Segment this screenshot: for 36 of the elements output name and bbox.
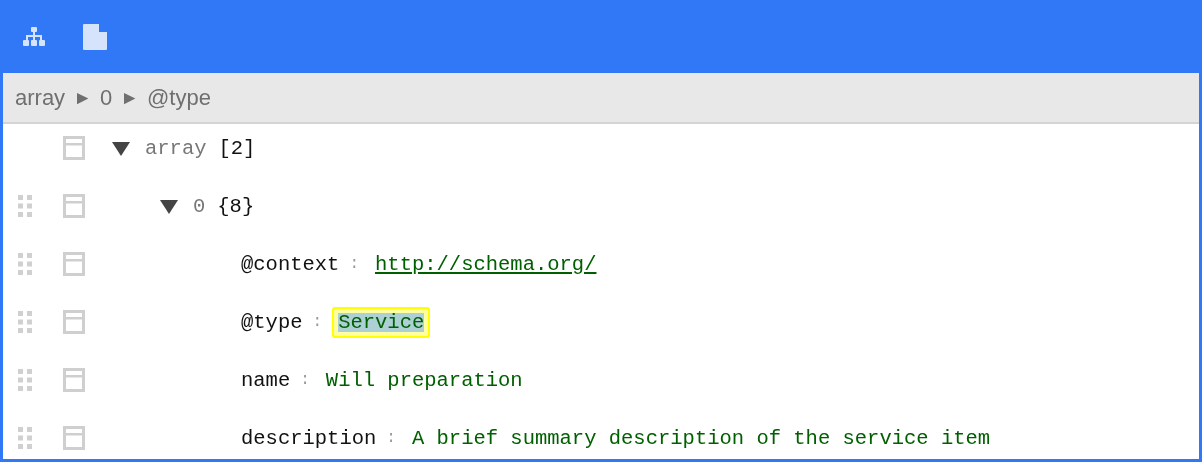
- breadcrumb-item[interactable]: @type: [147, 84, 211, 111]
- field-key[interactable]: @context: [241, 252, 340, 276]
- breadcrumb-item[interactable]: 0: [99, 84, 113, 111]
- field-key[interactable]: description: [241, 426, 377, 450]
- colon-separator: :: [300, 371, 310, 389]
- field-value-link[interactable]: http://schema.org/: [369, 248, 603, 280]
- context-menu-icon[interactable]: [63, 368, 85, 392]
- breadcrumb-separator: ►: [120, 86, 139, 109]
- breadcrumb-separator: ►: [73, 86, 92, 109]
- item-count: [2]: [218, 136, 256, 160]
- node-key: 0: [193, 194, 206, 218]
- drag-handle-icon[interactable]: [18, 427, 32, 449]
- field-value[interactable]: Will preparation: [319, 364, 529, 396]
- field-value[interactable]: Service: [332, 306, 431, 338]
- field-key[interactable]: @type: [241, 310, 303, 334]
- collapse-triangle-icon[interactable]: [112, 140, 130, 156]
- context-menu-icon[interactable]: [63, 136, 85, 160]
- item-count: {8}: [217, 194, 255, 218]
- context-menu-icon[interactable]: [63, 252, 85, 276]
- drag-handle-icon[interactable]: [18, 253, 32, 275]
- collapse-triangle-icon[interactable]: [160, 198, 178, 214]
- drag-handle-icon[interactable]: [18, 195, 32, 217]
- tree-icon[interactable]: [23, 26, 45, 47]
- context-menu-icon[interactable]: [63, 194, 85, 218]
- context-menu-icon[interactable]: [63, 426, 85, 450]
- field-key[interactable]: name: [241, 368, 291, 392]
- colon-separator: :: [312, 313, 323, 331]
- colon-separator: :: [349, 255, 360, 273]
- document-icon[interactable]: [83, 23, 107, 50]
- colon-separator: :: [386, 429, 396, 447]
- context-menu-icon[interactable]: [63, 310, 85, 334]
- field-value[interactable]: A brief summary description of the service item: [405, 422, 997, 454]
- node-key: array: [145, 136, 207, 160]
- drag-handle-icon[interactable]: [18, 311, 32, 333]
- drag-handle-icon[interactable]: [18, 369, 32, 391]
- breadcrumb-item[interactable]: array: [15, 84, 66, 111]
